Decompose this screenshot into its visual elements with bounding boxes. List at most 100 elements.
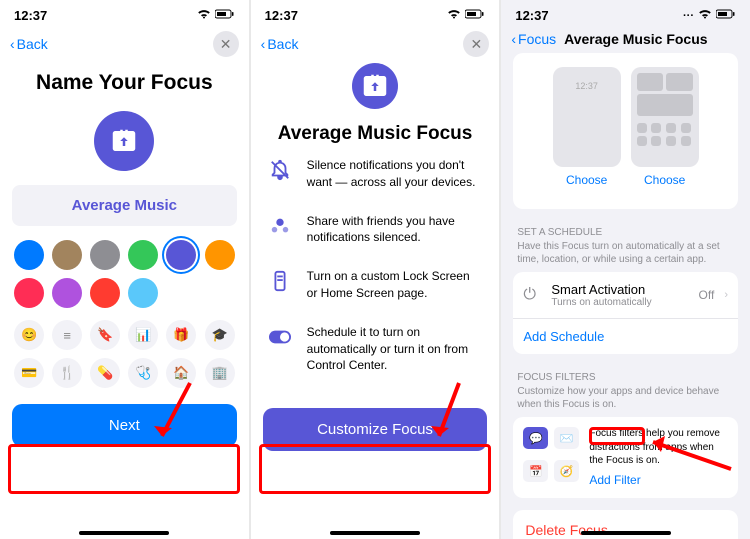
mock-time: 12:37 bbox=[559, 81, 615, 91]
chevron-left-icon: ‹ bbox=[261, 36, 266, 52]
add-schedule-button[interactable]: Add Schedule bbox=[513, 318, 738, 354]
color-picker bbox=[0, 240, 249, 316]
glyph-option[interactable]: 💳 bbox=[14, 358, 44, 388]
nav-title: Average Music Focus bbox=[564, 31, 707, 47]
focus-icon-preview bbox=[352, 63, 398, 109]
close-icon: ✕ bbox=[470, 36, 482, 53]
filters-header: FOCUS FILTERS bbox=[517, 372, 734, 383]
feature-item: Schedule it to turn on automatically or … bbox=[267, 324, 484, 374]
battery-icon bbox=[215, 9, 235, 22]
wifi-icon bbox=[698, 9, 712, 22]
color-option[interactable] bbox=[166, 240, 196, 270]
page-title: Name Your Focus bbox=[0, 71, 249, 95]
feature-text: Turn on a custom Lock Screen or Home Scr… bbox=[307, 268, 484, 302]
power-icon: ⏻ bbox=[523, 286, 541, 304]
status-icons bbox=[447, 9, 485, 22]
glyph-option[interactable]: 🏠 bbox=[166, 358, 196, 388]
mail-icon: ✉️ bbox=[554, 427, 579, 449]
glyph-option[interactable]: 📊 bbox=[128, 320, 158, 350]
chevron-right-icon: › bbox=[724, 289, 728, 301]
glyph-option[interactable]: ≡ bbox=[52, 320, 82, 350]
share-icon bbox=[267, 213, 293, 239]
status-icons bbox=[197, 9, 235, 22]
color-option[interactable] bbox=[52, 278, 82, 308]
smart-activation-title: Smart Activation bbox=[551, 282, 688, 297]
calendar-icon: 📅 bbox=[523, 460, 548, 482]
close-button[interactable]: ✕ bbox=[463, 31, 489, 57]
smart-activation-row[interactable]: ⏻ Smart Activation Turns on automaticall… bbox=[513, 272, 738, 354]
feature-text: Silence notifications you don't want — a… bbox=[307, 157, 484, 191]
filters-subtitle: Customize how your apps and device behav… bbox=[517, 385, 734, 411]
status-time: 12:37 bbox=[515, 8, 548, 23]
wifi-icon bbox=[197, 9, 211, 22]
feature-item: Turn on a custom Lock Screen or Home Scr… bbox=[267, 268, 484, 302]
smart-activation-sub: Turns on automatically bbox=[551, 297, 688, 308]
lock-screen-preview[interactable]: 12:37 Choose bbox=[553, 67, 621, 187]
choose-lock-screen[interactable]: Choose bbox=[566, 173, 607, 187]
schedule-header: SET A SCHEDULE bbox=[517, 227, 734, 238]
messages-icon: 💬 bbox=[523, 427, 548, 449]
home-indicator[interactable] bbox=[79, 531, 169, 535]
filter-icons: 💬 ✉️ 📅 🧭 bbox=[523, 427, 579, 488]
customize-focus-button[interactable]: Customize Focus bbox=[263, 408, 488, 451]
add-filter-button[interactable]: Add Filter bbox=[589, 472, 640, 488]
glyph-option[interactable]: 🏢 bbox=[205, 358, 235, 388]
screen-focus-settings: 12:37 ··· ‹ Focus Average Music Focus 12… bbox=[501, 0, 750, 539]
feature-text: Share with friends you have notification… bbox=[307, 213, 484, 247]
nav-bar: ‹ Focus Average Music Focus bbox=[501, 25, 750, 53]
feature-item: Share with friends you have notification… bbox=[267, 213, 484, 247]
color-option[interactable] bbox=[128, 278, 158, 308]
close-button[interactable]: ✕ bbox=[213, 31, 239, 57]
glyph-option[interactable]: 🩺 bbox=[128, 358, 158, 388]
home-screen-preview[interactable]: Choose bbox=[631, 67, 699, 187]
battery-icon bbox=[465, 9, 485, 22]
focus-name-input[interactable]: Average Music bbox=[12, 185, 237, 226]
back-button[interactable]: ‹ Focus bbox=[511, 31, 556, 47]
annotation-highlight bbox=[259, 444, 491, 494]
chevron-left-icon: ‹ bbox=[511, 31, 516, 47]
home-indicator[interactable] bbox=[581, 531, 671, 535]
glyph-option[interactable]: 🍴 bbox=[52, 358, 82, 388]
nav-bar: ‹ Back ✕ bbox=[251, 25, 500, 63]
status-time: 12:37 bbox=[14, 8, 47, 23]
screens-preview-card: 12:37 Choose Choose bbox=[513, 53, 738, 209]
chevron-left-icon: ‹ bbox=[10, 36, 15, 52]
status-icons: ··· bbox=[683, 9, 736, 22]
color-option[interactable] bbox=[14, 240, 44, 270]
glyph-option[interactable]: 🎁 bbox=[166, 320, 196, 350]
glyph-option[interactable]: 🔖 bbox=[90, 320, 120, 350]
focus-filters-card: 💬 ✉️ 📅 🧭 Focus filters help you remove d… bbox=[513, 417, 738, 498]
nav-bar: ‹ Back ✕ bbox=[0, 25, 249, 63]
status-bar: 12:37 bbox=[0, 0, 249, 25]
close-icon: ✕ bbox=[220, 36, 232, 53]
glyph-option[interactable]: 🎓 bbox=[205, 320, 235, 350]
back-button[interactable]: ‹ Back bbox=[261, 36, 299, 52]
status-time: 12:37 bbox=[265, 8, 298, 23]
next-button[interactable]: Next bbox=[12, 404, 237, 447]
back-label: Focus bbox=[518, 31, 556, 47]
page-title: Average Music Focus bbox=[251, 123, 500, 145]
choose-home-screen[interactable]: Choose bbox=[644, 173, 685, 187]
color-option[interactable] bbox=[128, 240, 158, 270]
glyph-option[interactable]: 💊 bbox=[90, 358, 120, 388]
back-button[interactable]: ‹ Back bbox=[10, 36, 48, 52]
glyph-picker-row1: 😊 ≡ 🔖 📊 🎁 🎓 bbox=[0, 316, 249, 354]
color-option[interactable] bbox=[90, 240, 120, 270]
color-option[interactable] bbox=[90, 278, 120, 308]
back-label: Back bbox=[17, 36, 48, 52]
annotation-highlight bbox=[8, 444, 240, 494]
home-indicator[interactable] bbox=[330, 531, 420, 535]
back-label: Back bbox=[267, 36, 298, 52]
filter-description: Focus filters help you remove distractio… bbox=[589, 427, 728, 468]
glyph-option[interactable]: 😊 bbox=[14, 320, 44, 350]
color-option[interactable] bbox=[205, 240, 235, 270]
status-bar: 12:37 bbox=[251, 0, 500, 25]
color-option[interactable] bbox=[52, 240, 82, 270]
safari-icon: 🧭 bbox=[554, 460, 579, 482]
toggle-icon bbox=[267, 324, 293, 350]
status-bar: 12:37 ··· bbox=[501, 0, 750, 25]
color-option[interactable] bbox=[14, 278, 44, 308]
phone-screen-icon bbox=[267, 268, 293, 294]
bell-slash-icon bbox=[267, 157, 293, 183]
screen-focus-summary: 12:37 ‹ Back ✕ Average Music Focus Silen… bbox=[251, 0, 500, 539]
